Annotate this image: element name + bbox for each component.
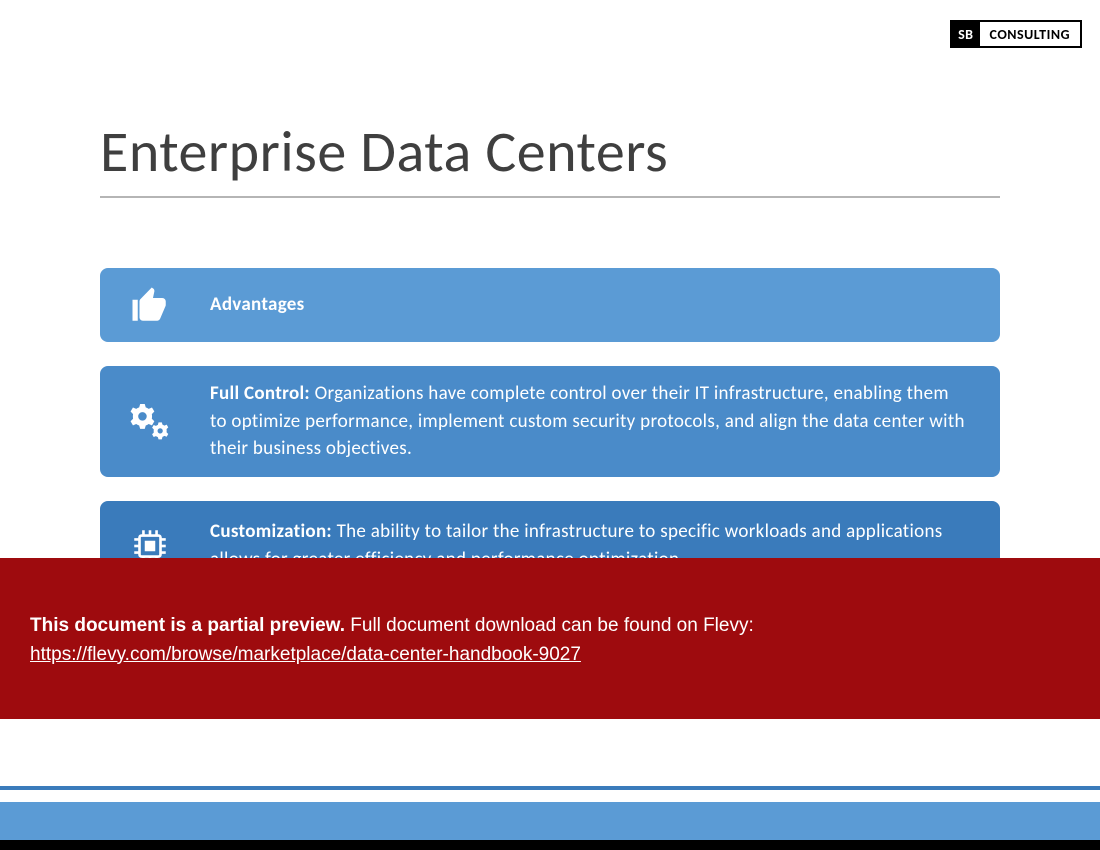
advantage-full-control-card: Full Control: Organizations have complet…: [100, 366, 1000, 477]
page-title: Enterprise Data Centers: [100, 120, 1000, 198]
brand-logo-sb: SB: [952, 22, 979, 46]
brand-logo: SB CONSULTING: [950, 20, 1082, 48]
advantages-header-label: Advantages: [200, 277, 335, 333]
advantage-full-control-text: Full Control: Organizations have complet…: [200, 366, 1000, 477]
advantage-cards: Advantages Full Control: Organizations h…: [100, 268, 1000, 591]
advantage-full-control-desc: Organizations have complete control over…: [210, 382, 965, 460]
preview-bold-text: This document is a partial preview.: [30, 615, 345, 636]
advantage-customization-title: Customization:: [210, 520, 332, 543]
advantages-header-card: Advantages: [100, 268, 1000, 342]
bottom-black-bar: [0, 840, 1100, 850]
bottom-band: [0, 802, 1100, 840]
title-wrap: Enterprise Data Centers: [100, 120, 1000, 198]
advantage-full-control-title: Full Control:: [210, 382, 310, 405]
bottom-thin-divider: [0, 786, 1100, 790]
preview-link[interactable]: https://flevy.com/browse/marketplace/dat…: [30, 644, 581, 665]
brand-logo-consulting: CONSULTING: [980, 22, 1080, 46]
gears-icon: [100, 400, 200, 442]
preview-rest-text: Full document download can be found on F…: [345, 615, 754, 636]
preview-banner: This document is a partial preview. Full…: [0, 558, 1100, 719]
slide-page: SB CONSULTING Enterprise Data Centers Ad…: [0, 0, 1100, 850]
thumbs-up-icon: [100, 284, 200, 326]
